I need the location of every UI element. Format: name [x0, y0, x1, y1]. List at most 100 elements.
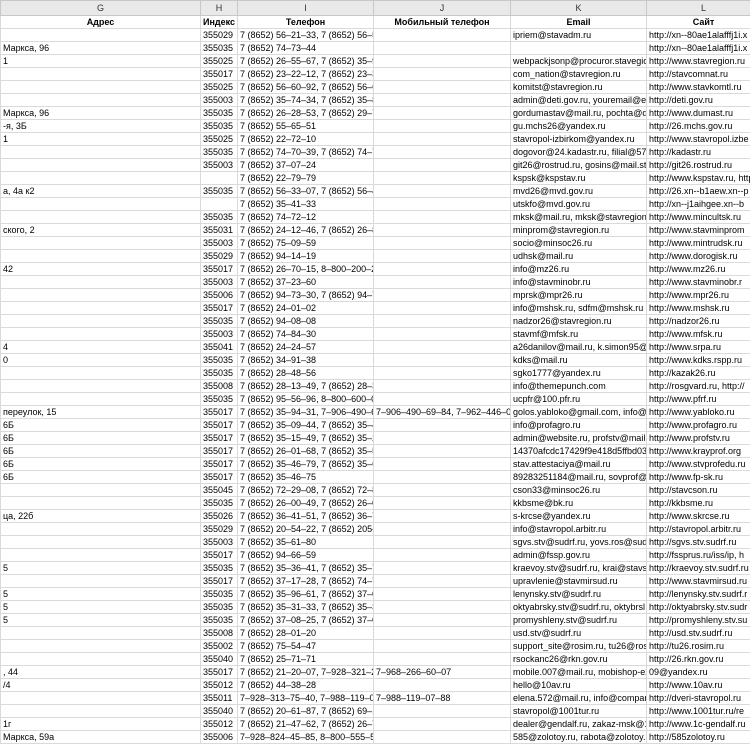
cell-mobile[interactable] — [373, 509, 511, 523]
cell-index[interactable]: 355035 — [200, 496, 238, 510]
cell-index[interactable]: 355017 — [200, 457, 238, 471]
cell-site[interactable]: http://kkbsme.ru — [646, 496, 750, 510]
cell-site[interactable]: http://www.krayprof.org — [646, 444, 750, 458]
cell-email[interactable]: cson33@minsoc26.ru — [510, 483, 647, 497]
cell-index[interactable] — [200, 197, 238, 211]
cell-mobile[interactable] — [373, 431, 511, 445]
cell-site[interactable]: http://xn--80ae1alafffj1i.x — [646, 41, 750, 55]
cell-site[interactable]: http://lenynsky.stv.sudrf.r — [646, 587, 750, 601]
cell-site[interactable]: http://www.10av.ru — [646, 678, 750, 692]
cell-mobile[interactable] — [373, 223, 511, 237]
cell-email[interactable]: kdks@mail.ru — [510, 353, 647, 367]
cell-email[interactable]: admin@fssp.gov.ru — [510, 548, 647, 562]
cell-site[interactable]: http://www.mintrudsk.ru — [646, 236, 750, 250]
cell-address[interactable] — [0, 379, 201, 393]
cell-index[interactable]: 355035 — [200, 106, 238, 120]
cell-address[interactable]: ского, 2 — [0, 223, 201, 237]
cell-email[interactable]: usd.stv@sudrf.ru — [510, 626, 647, 640]
header-cell-site[interactable]: Сайт — [646, 15, 750, 29]
cell-mobile[interactable] — [373, 301, 511, 315]
cell-site[interactable]: http://kazak26.ru — [646, 366, 750, 380]
cell-phone[interactable]: 7 (8652) 20–61–87, 7 (8652) 69–10–01, 7 … — [237, 704, 374, 718]
cell-index[interactable]: 355041 — [200, 340, 238, 354]
cell-phone[interactable]: 7 (8652) 94–08–08 — [237, 314, 374, 328]
cell-email[interactable]: gordumastav@mail.ru, pochta@du — [510, 106, 647, 120]
cell-address[interactable] — [0, 691, 201, 705]
cell-address[interactable]: 5 — [0, 613, 201, 627]
cell-mobile[interactable] — [373, 80, 511, 94]
cell-address[interactable]: 6Б — [0, 444, 201, 458]
cell-site[interactable]: http://26.xn--b1aew.xn--p — [646, 184, 750, 198]
cell-index[interactable]: 355025 — [200, 132, 238, 146]
cell-phone[interactable]: 7 (8652) 94–66–59 — [237, 548, 374, 562]
cell-phone[interactable]: 7 (8652) 56–33–07, 7 (8652) 56–40–04 — [237, 184, 374, 198]
cell-email[interactable]: elena.572@mail.ru, info@compan — [510, 691, 647, 705]
cell-mobile[interactable] — [373, 314, 511, 328]
cell-address[interactable]: Маркса, 96 — [0, 41, 201, 55]
cell-email[interactable]: s-krcse@yandex.ru — [510, 509, 647, 523]
header-cell-address[interactable]: Адрес — [0, 15, 201, 29]
column-header-k[interactable]: K — [510, 0, 647, 16]
cell-site[interactable]: http://www.stavminprom — [646, 223, 750, 237]
cell-index[interactable]: 355006 — [200, 730, 238, 744]
cell-phone[interactable]: 7 (8652) 26–55–67, 7 (8652) 35–90–35 — [237, 54, 374, 68]
cell-address[interactable]: а, 4а к2 — [0, 184, 201, 198]
cell-index[interactable]: 355003 — [200, 236, 238, 250]
cell-site[interactable]: http://www.mpr26.ru — [646, 288, 750, 302]
cell-site[interactable]: http://dveri-stavropol.ru — [646, 691, 750, 705]
cell-phone[interactable]: 7 (8652) 22–72–10 — [237, 132, 374, 146]
cell-phone[interactable]: 7 (8652) 95–56–96, 8–800–600–02–36 — [237, 392, 374, 406]
cell-site[interactable]: http://www.stavkomtl.ru — [646, 80, 750, 94]
cell-address[interactable]: 6Б — [0, 457, 201, 471]
cell-email[interactable] — [510, 41, 647, 55]
cell-mobile[interactable] — [373, 626, 511, 640]
cell-phone[interactable]: 7 (8652) 72–29–08, 7 (8652) 72–80–16, 7 … — [237, 483, 374, 497]
cell-index[interactable]: 355012 — [200, 717, 238, 731]
cell-email[interactable]: webpackjsonp@procuror.stavegion — [510, 54, 647, 68]
cell-email[interactable]: ucpfr@100.pfr.ru — [510, 392, 647, 406]
cell-phone[interactable]: 7 (8652) 24–01–02 — [237, 301, 374, 315]
cell-site[interactable]: http://www.mshsk.ru — [646, 301, 750, 315]
cell-index[interactable]: 355035 — [200, 392, 238, 406]
cell-phone[interactable]: 7 (8652) 35–41–33 — [237, 197, 374, 211]
cell-mobile[interactable] — [373, 184, 511, 198]
cell-site[interactable]: http://www.profstv.ru — [646, 431, 750, 445]
cell-mobile[interactable] — [373, 288, 511, 302]
cell-index[interactable]: 355035 — [200, 613, 238, 627]
cell-index[interactable]: 355017 — [200, 262, 238, 276]
cell-address[interactable] — [0, 210, 201, 224]
cell-site[interactable]: http://rosgvard.ru, http:// — [646, 379, 750, 393]
cell-email[interactable]: lenynsky.stv@sudrf.ru — [510, 587, 647, 601]
cell-phone[interactable]: 7 (8652) 20–54–22, 7 (8652) 205–415, 7 (… — [237, 522, 374, 536]
cell-index[interactable]: 355008 — [200, 379, 238, 393]
cell-phone[interactable]: 7 (8652) 74–73–44 — [237, 41, 374, 55]
cell-phone[interactable]: 7 (8652) 28–01–20 — [237, 626, 374, 640]
cell-email[interactable]: upravlenie@stavmirsud.ru — [510, 574, 647, 588]
header-cell-email[interactable]: Email — [510, 15, 647, 29]
cell-mobile[interactable] — [373, 327, 511, 341]
cell-email[interactable]: mobile.007@mail.ru, mobishop-e20 — [510, 665, 647, 679]
cell-mobile[interactable] — [373, 678, 511, 692]
cell-address[interactable]: 1 — [0, 54, 201, 68]
cell-email[interactable]: sgko1777@yandex.ru — [510, 366, 647, 380]
cell-site[interactable]: http://26.mchs.gov.ru — [646, 119, 750, 133]
cell-site[interactable]: http://stavcson.ru — [646, 483, 750, 497]
cell-email[interactable]: admin@website.ru, profstv@mail — [510, 431, 647, 445]
column-header-i[interactable]: I — [237, 0, 374, 16]
cell-mobile[interactable] — [373, 548, 511, 562]
column-header-l[interactable]: L — [646, 0, 750, 16]
cell-email[interactable]: komitst@stavregion.ru — [510, 80, 647, 94]
cell-index[interactable]: 355003 — [200, 327, 238, 341]
cell-phone[interactable]: 7 (8652) 26–00–49, 7 (8652) 26–01–05, 7 … — [237, 496, 374, 510]
cell-mobile[interactable] — [373, 119, 511, 133]
cell-mobile[interactable] — [373, 600, 511, 614]
cell-phone[interactable]: 7 (8652) 35–09–44, 7 (8652) 35–44–73 — [237, 418, 374, 432]
cell-address[interactable] — [0, 93, 201, 107]
cell-mobile[interactable] — [373, 145, 511, 159]
cell-phone[interactable]: 7 (8652) 24–12–46, 7 (8652) 26–83–43 — [237, 223, 374, 237]
cell-address[interactable] — [0, 80, 201, 94]
cell-mobile[interactable] — [373, 132, 511, 146]
cell-site[interactable]: http://nadzor26.ru — [646, 314, 750, 328]
cell-phone[interactable]: 7 (8652) 26–01–68, 7 (8652) 35–51–75, 7 … — [237, 444, 374, 458]
column-header-j[interactable]: J — [373, 0, 511, 16]
